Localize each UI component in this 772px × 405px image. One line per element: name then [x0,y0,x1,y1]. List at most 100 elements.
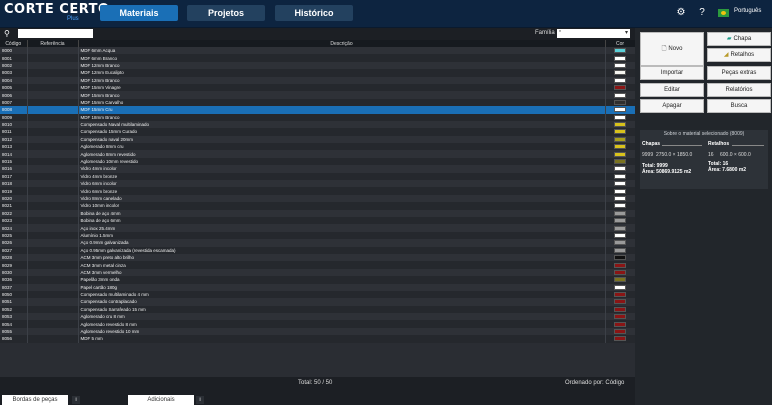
gear-icon[interactable]: ⚙ [675,7,687,19]
help-icon[interactable]: ? [696,7,708,19]
table-row[interactable]: 8020 Vidro 8mm canelado [0,194,635,203]
editar-button[interactable]: Editar [640,83,704,97]
table-row[interactable]: 8013 Aglomerado 8mm cru [0,143,635,151]
color-swatch [614,321,626,327]
table-row[interactable]: 8037 Papel cartão 180g [0,283,635,291]
tab-projetos[interactable]: Projetos [187,5,265,21]
cell-codigo: 8024 [0,224,28,232]
table-row[interactable]: 8029 ACM 3mm metal cinza [0,261,635,269]
tab-materiais[interactable]: Materiais [100,5,178,21]
table-row[interactable]: 8022 Bobina de aço 4mm [0,209,635,217]
filter-select[interactable]: * [557,29,630,38]
cell-cor [605,335,635,343]
app-logo: CORTE CERTO [4,2,110,17]
col-header-cor[interactable]: Cor [605,40,635,47]
table-row[interactable]: 8053 Aglomerado cru 8 mm [0,313,635,321]
cell-referencia [27,135,79,144]
cell-descricao: Aço inox 25.4mm [78,224,606,232]
cell-referencia [27,298,79,306]
col-header-codigo[interactable]: Código [0,40,28,47]
table-row[interactable]: 8050 Compensado multilaminado 4 mm [0,290,635,299]
cell-codigo: 8025 [0,231,28,240]
cell-codigo: 8008 [0,106,28,114]
cell-codigo: 8010 [0,120,28,129]
search-input[interactable] [18,29,93,38]
chapa-button[interactable]: ▰ Chapa [707,32,771,46]
cell-codigo: 8004 [0,76,28,84]
table-row[interactable]: 8005 MDF 15mm Vinagre [0,83,635,92]
table-row[interactable]: 8052 Compensado Sarrafeado 15 mm [0,305,635,314]
table-row[interactable]: 8021 Vidro 10mm incolor [0,202,635,210]
bottom-tabs: Bordas de peças i Adicionais i [0,393,635,405]
table-row[interactable]: 8054 Aglomerado revestido 8 mm [0,320,635,328]
chapa-label: Chapa [733,36,752,42]
retalhos-label: Retalhos [730,52,755,58]
importar-button[interactable]: Importar [640,66,704,80]
table-row[interactable]: 8006 MDF 15mm Branco [0,91,635,99]
table-row[interactable]: 8015 Aglomerado 10mm revestido [0,157,635,166]
table-row[interactable]: 8011 Compensado 15mm Curado [0,128,635,136]
table-row[interactable]: 8001 MDF 6mm Branco [0,54,635,62]
color-swatch [614,77,626,83]
table-row[interactable]: 8012 Compensado naval 20mm [0,135,635,144]
table-row[interactable]: 8017 Vidro 4mm bronze [0,172,635,181]
table-row[interactable]: 8051 Compensado contraplacado [0,298,635,306]
app-header: CORTE CERTO Plus Materiais Projetos Hist… [0,0,772,28]
table-row[interactable]: 8014 Aglomerado 8mm revestido [0,150,635,158]
apagar-button[interactable]: Apagar [640,99,704,113]
novo-button[interactable]: 🗋 Novo [640,32,704,66]
table-row[interactable]: 8028 ACM 3mm preto alto brilho [0,253,635,262]
cell-codigo: 8002 [0,61,28,70]
cell-descricao: Compensado Sarrafeado 15 mm [78,305,606,314]
tab-historico[interactable]: Histórico [275,5,353,21]
table-row[interactable]: 8004 MDF 12mm Branco [0,76,635,84]
table-row[interactable]: 8008 MDF 15mm Cru [0,106,635,114]
tab-bordas-de-pecas[interactable]: Bordas de peças [2,395,68,405]
cell-referencia [27,128,79,136]
col-header-referencia[interactable]: Referência [27,40,79,47]
table-row[interactable]: 8025 Alumínio 1.5mm [0,231,635,240]
tab-adicionais[interactable]: Adicionais [128,395,194,405]
flag-icon[interactable] [718,9,729,17]
table-row[interactable]: 8016 Vidro 4mm incolor [0,165,635,173]
table-row[interactable]: 8009 MDF 18mm Branco [0,113,635,121]
relatorios-button[interactable]: Relatórios [707,83,771,97]
language-label[interactable]: Português [734,8,761,14]
cell-referencia [27,180,79,188]
table-row[interactable]: 8056 MDF 5 mm [0,335,635,343]
pecas-extras-button[interactable]: Peças extras [707,66,771,80]
table-row[interactable]: 8055 Aglomerado revestido 10 mm [0,327,635,336]
table-row[interactable]: 8019 Vidro 6mm bronze [0,187,635,195]
color-swatch [614,196,626,201]
col-header-descricao[interactable]: Descrição [78,40,606,47]
info-icon[interactable]: i [72,396,80,404]
table-row[interactable]: 8024 Aço inox 25.4mm [0,224,635,232]
table-row[interactable]: 8027 Aço 0.95mm galvanizada (revestida es… [0,246,635,254]
table-row[interactable]: 8036 Papelão 3mm onda [0,276,635,284]
cell-codigo: 8053 [0,313,28,321]
table-row[interactable]: 8018 Vidro 6mm incolor [0,180,635,188]
table-row[interactable]: 8010 Compensado Naval multilaminado [0,120,635,129]
color-swatch [614,129,626,135]
cell-codigo: 8023 [0,216,28,225]
info-icon[interactable]: i [196,396,204,404]
cell-codigo: 8013 [0,143,28,151]
table-row[interactable]: 8030 ACM 3mm vermelho [0,268,635,277]
busca-button[interactable]: Busca [707,99,771,113]
cell-codigo: 8019 [0,187,28,195]
cell-cor [605,128,635,136]
color-swatch [614,299,626,305]
cell-referencia [27,69,79,77]
color-swatch [614,255,626,261]
total-count: Total: 50 / 50 [298,380,333,386]
table-row[interactable]: 8023 Bobina de aço 6mm [0,216,635,225]
table-row[interactable]: 8003 MDF 12mm Eucalipto [0,69,635,77]
table-row[interactable]: 8026 Aço 0.9mm galvanizada [0,239,635,247]
cell-referencia [27,246,79,254]
chapas-label: Chapas [642,141,661,147]
color-swatch [614,62,626,68]
retalhos-button[interactable]: ◢ Retalhos [707,48,771,62]
table-row[interactable]: 8000 MDF 6mm Acqua [0,47,635,55]
table-row[interactable]: 8002 MDF 12mm Branco [0,61,635,70]
table-row[interactable]: 8007 MDF 15mm Carvalho [0,98,635,107]
